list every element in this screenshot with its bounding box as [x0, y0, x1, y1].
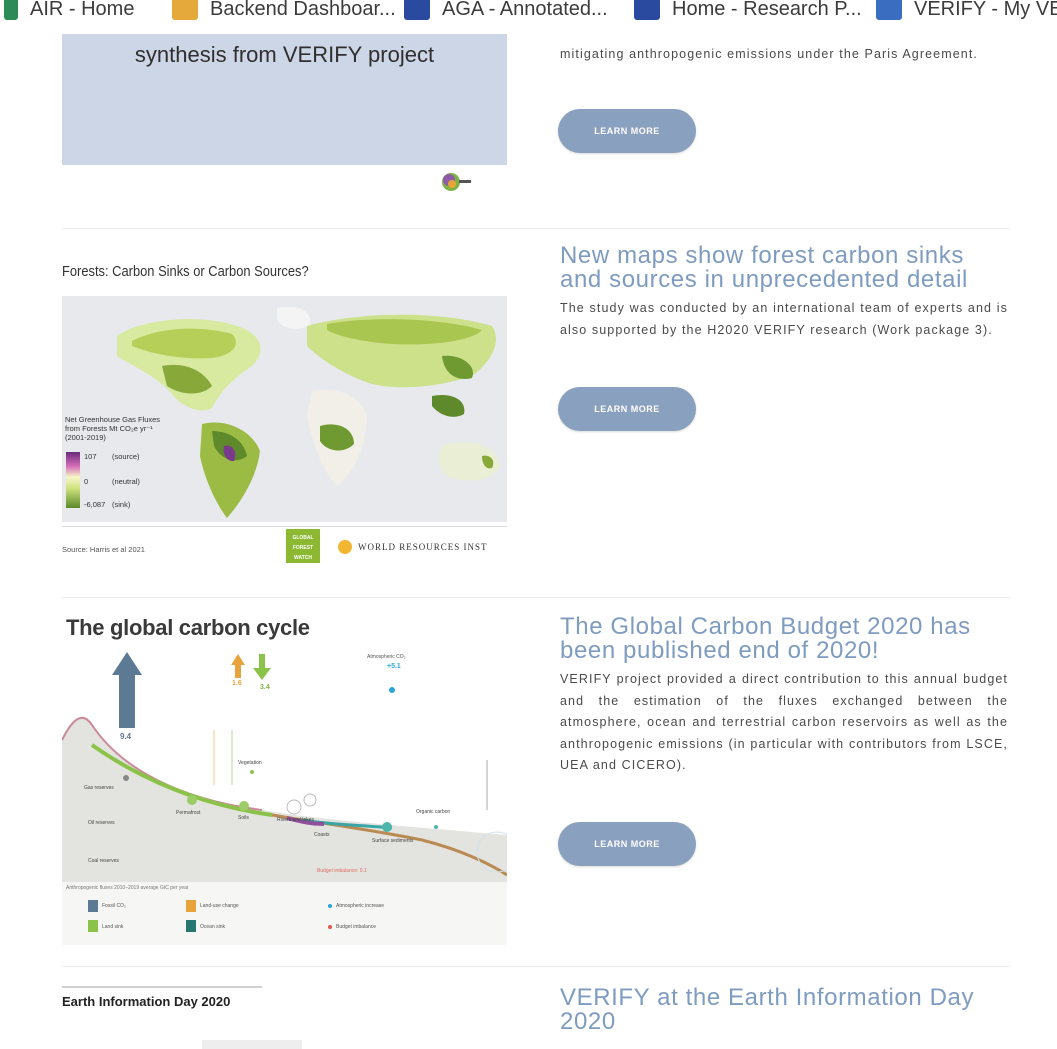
learn-more-button[interactable]: LEARN MORE [558, 387, 696, 431]
eu-flag-icon [404, 0, 430, 20]
ocean-sink-arrow-icon [186, 920, 196, 932]
divider [62, 966, 1010, 967]
fossil-flux-value: 9.4 [120, 732, 132, 741]
diagram-label: Coasts [314, 832, 330, 838]
bookmark-research-portal[interactable]: Home - Research P... [634, 0, 862, 24]
forest-flux-map-graphic [117, 306, 500, 518]
diagram-label: Soils [238, 815, 249, 821]
green-flag-icon [4, 0, 18, 20]
legend-value: 107 [84, 452, 97, 461]
bookmark-label: AIR - Home [30, 0, 135, 20]
atmosphere-value: +5.1 [387, 663, 401, 670]
news-text: New maps show forest carbon sinks and so… [560, 244, 1008, 341]
landuse-arrow-icon [186, 900, 196, 912]
verify-logo-icon [876, 0, 902, 20]
bookmark-backend-dashboard[interactable]: Backend Dashboar... [172, 0, 396, 24]
news-summary: The study was conducted by an internatio… [560, 301, 1008, 337]
atmosphere-label: Atmospheric CO₂ [367, 654, 406, 660]
news-thumbnail[interactable]: The global carbon cycle 9.4 1.6 3.4 Atmo… [62, 610, 507, 945]
diagram-label: Permafrost [176, 810, 201, 816]
diagram-label: Organic carbon [416, 809, 451, 815]
news-summary: mitigating anthropogenic emissions under… [560, 47, 978, 61]
dashboard-icon [172, 0, 198, 20]
thumbnail-caption: synthesis from VERIFY project [134, 42, 435, 67]
diagram-label: Gas reserves [84, 785, 114, 791]
news-title[interactable]: The Global Carbon Budget 2020 has been p… [560, 615, 1008, 663]
bookmark-label: VERIFY - My VER [914, 0, 1057, 20]
bookmark-label: Backend Dashboar... [210, 0, 396, 20]
legend-footer-note: Anthropogenic fluxes 2010–2019 average G… [66, 885, 189, 891]
bookmark-verify[interactable]: VERIFY - My VER [876, 0, 1057, 24]
legend-value: 0 [84, 477, 89, 486]
news-text: mitigating anthropogenic emissions under… [560, 44, 1008, 66]
divider [62, 597, 1010, 598]
world-map [62, 296, 507, 522]
diagram-label: Coal reserves [88, 858, 119, 864]
gfw-logo: GLOBAL FOREST WATCH [286, 529, 320, 563]
news-text: The Global Carbon Budget 2020 has been p… [560, 615, 1008, 777]
image-source-note: Source: Harris et al 2021 [62, 545, 145, 554]
legend-title: Net Greenhouse Gas Fluxes from Forests M… [65, 415, 161, 442]
legend-label: (source) [112, 452, 140, 461]
divider [62, 526, 507, 527]
atmosphere-dot-icon [328, 904, 332, 908]
legend-value: -6,087 [84, 500, 106, 509]
bookmark-label: AGA - Annotated... [442, 0, 608, 20]
legend-entry: Budget imbalance [336, 924, 377, 930]
bookmark-aga-annotated[interactable]: AGA - Annotated... [404, 0, 608, 24]
wri-logo-icon [338, 540, 352, 554]
thumbnail-rule [62, 986, 262, 988]
legend-label: (sink) [112, 500, 131, 509]
learn-more-button[interactable]: LEARN MORE [558, 109, 696, 153]
land-sink-value: 3.4 [260, 684, 270, 691]
image-heading: Earth Information Day 2020 [62, 994, 231, 1009]
news-thumbnail[interactable]: synthesis from VERIFY project [62, 20, 507, 195]
budget-imbalance-label: Budget imbalance: 0.1 [317, 868, 367, 874]
news-text: VERIFY at the Earth Information Day 2020 [560, 986, 980, 1034]
verify-logo-icon [442, 173, 471, 191]
news-thumbnail[interactable]: Earth Information Day 2020 [62, 982, 507, 1049]
diagram-label: Rivers and lakes [277, 817, 314, 823]
news-summary: VERIFY project provided a direct contrib… [560, 672, 1008, 772]
divider [62, 228, 1010, 229]
diagram-label: Vegetation [238, 760, 262, 766]
legend-entry: Ocean sink [200, 924, 226, 930]
wri-logo-text: WORLD RESOURCES INST [358, 542, 488, 552]
fossil-arrow-icon [88, 900, 98, 912]
legend-entry: Land-use change [200, 903, 239, 909]
image-heading: Forests: Carbon Sinks or Carbon Sources? [62, 263, 309, 280]
learn-more-button[interactable]: LEARN MORE [558, 822, 696, 866]
bookmarks-bar: AIR - Home Backend Dashboar... AGA - Ann… [0, 0, 1057, 34]
legend-color-ramp [66, 452, 80, 508]
thumbnail-shape [202, 1040, 302, 1049]
news-title[interactable]: VERIFY at the Earth Information Day 2020 [560, 986, 980, 1034]
bookmark-air-home[interactable]: AIR - Home [4, 0, 134, 24]
eu-flag-icon [634, 0, 660, 20]
diagram-label: Surface sediments [372, 838, 414, 844]
news-title[interactable]: New maps show forest carbon sinks and so… [560, 244, 1008, 292]
news-thumbnail[interactable]: Forests: Carbon Sinks or Carbon Sources? [62, 250, 507, 580]
imbalance-dot-icon [328, 925, 332, 929]
carbon-cycle-diagram [62, 652, 507, 885]
legend-entry: Fossil CO₂ [102, 903, 126, 909]
legend-label: (neutral) [112, 477, 140, 486]
legend-entry: Atmospheric increase [336, 903, 385, 909]
land-sink-arrow-icon [88, 920, 98, 932]
diagram-legend-panel: Anthropogenic fluxes 2010–2019 average G… [62, 882, 507, 945]
bookmark-label: Home - Research P... [672, 0, 862, 20]
diagram-label: Oil reserves [88, 820, 115, 826]
landuse-flux-value: 1.6 [232, 680, 242, 687]
legend-entry: Land sink [102, 924, 124, 930]
